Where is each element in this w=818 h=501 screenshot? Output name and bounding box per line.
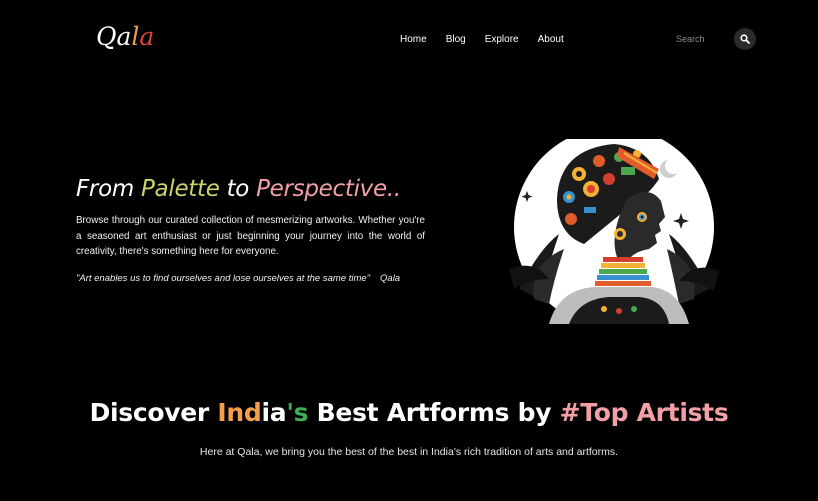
nav-blog[interactable]: Blog	[446, 34, 466, 45]
discover-part: Best Artforms by	[308, 398, 560, 427]
quote-author: Qala	[380, 273, 401, 284]
hero-title-part: Palette	[140, 176, 220, 202]
discover-part: Ind	[217, 398, 262, 427]
discover-part: Discover	[89, 398, 218, 427]
hero-title-part: Perspective..	[256, 176, 401, 202]
logo-letter: a	[116, 22, 132, 51]
hero-title: From Palette to Perspective..	[76, 176, 401, 202]
hero-quote: "Art enables us to find ourselves and lo…	[76, 273, 400, 284]
nav-explore[interactable]: Explore	[485, 34, 519, 45]
hero-description: Browse through our curated collection of…	[76, 215, 425, 257]
nav-about[interactable]: About	[538, 34, 564, 45]
hero-title-part: to	[219, 176, 257, 202]
nav-home[interactable]: Home	[400, 34, 427, 45]
search-icon	[740, 34, 750, 44]
quote-text: "Art enables us to find ourselves and lo…	[76, 273, 371, 284]
hero-title-part: From	[76, 176, 141, 202]
discover-part: ia	[261, 398, 287, 427]
african-woman-portrait-illustration	[509, 139, 719, 324]
discover-part: #Top Artists	[559, 398, 729, 427]
discover-heading: Discover India's Best Artforms by #Top A…	[0, 398, 818, 427]
discover-subtitle: Here at Qala, we bring you the best of t…	[199, 446, 619, 458]
search-input[interactable]	[672, 30, 734, 48]
logo-letter: Q	[96, 22, 117, 51]
logo-letter: a	[139, 22, 155, 51]
logo-letter: l	[131, 22, 140, 51]
discover-part: 's	[286, 398, 309, 427]
logo[interactable]: Qala	[96, 22, 154, 51]
search-button[interactable]	[734, 28, 756, 50]
main-nav: Home Blog Explore About	[400, 34, 583, 45]
